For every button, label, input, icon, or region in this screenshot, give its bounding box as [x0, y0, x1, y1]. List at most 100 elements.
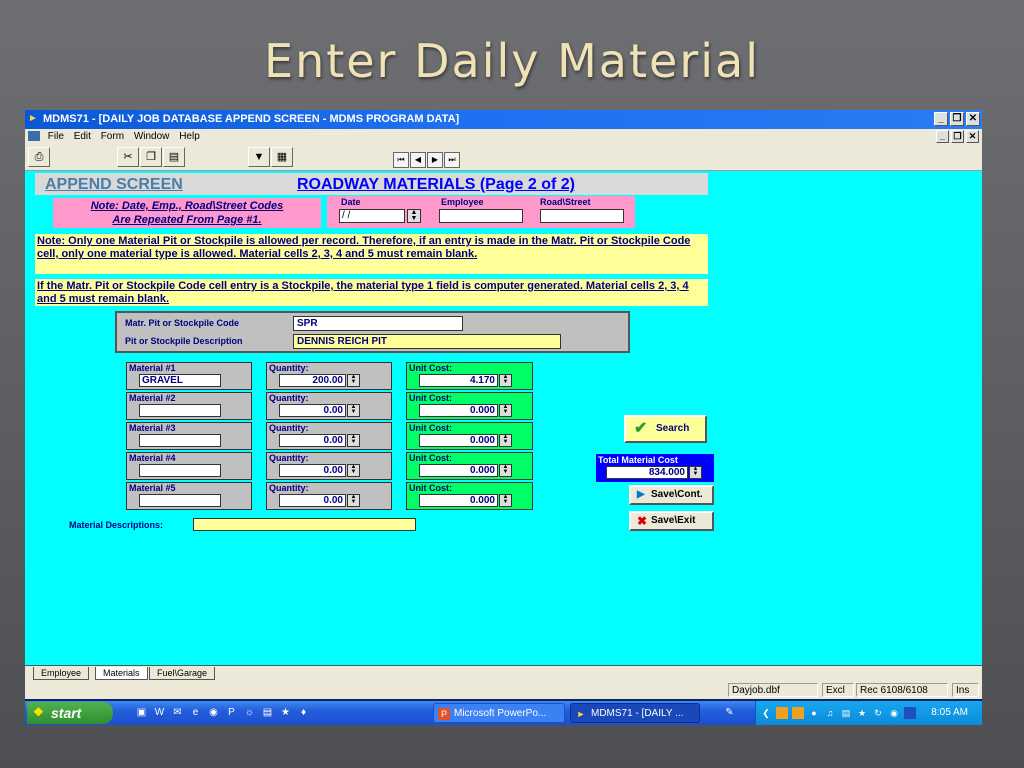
tray-security-icon[interactable]: ●	[808, 707, 820, 719]
paste-icon[interactable]: ▤	[163, 147, 185, 167]
next-record-icon[interactable]: ▶	[427, 152, 443, 168]
total-cost-spinner[interactable]: ▲ ▼	[689, 466, 702, 479]
material-1-cell: Material #1 GRAVEL	[126, 362, 252, 390]
material-3-field[interactable]	[139, 434, 221, 447]
tray-app-icon[interactable]	[776, 707, 788, 719]
total-cost-field[interactable]: 834.000	[606, 466, 688, 479]
pit-code-label: Matr. Pit or Stockpile Code	[125, 318, 240, 328]
minimize-button[interactable]: _	[934, 112, 948, 126]
pit-desc-field[interactable]: DENNIS REICH PIT	[293, 334, 561, 349]
pen-icon[interactable]: ✎	[723, 706, 736, 719]
start-button[interactable]: ❖ start	[27, 702, 113, 724]
word-icon[interactable]: W	[153, 706, 166, 719]
date-spinner[interactable]: ▲ ▼	[407, 209, 421, 223]
form-tabs: Employee Materials Fuel\Garage	[25, 665, 982, 681]
quantity-5-cell: Quantity: 0.00 ▲ ▼	[266, 482, 392, 510]
quantity-3-spinner[interactable]: ▲ ▼	[347, 434, 360, 447]
mail-icon[interactable]: ✉	[171, 706, 184, 719]
mdi-close-button[interactable]: ✕	[966, 130, 979, 143]
unit-cost-2-cell: Unit Cost: 0.000 ▲ ▼	[406, 392, 533, 420]
first-record-icon[interactable]: ⏮	[393, 152, 409, 168]
copy-icon[interactable]: ❐	[140, 147, 162, 167]
quantity-4-spinner[interactable]: ▲ ▼	[347, 464, 360, 477]
grid-icon[interactable]: ▦	[271, 147, 293, 167]
section-title: ROADWAY MATERIALS (Page 2 of 2)	[297, 176, 575, 193]
quantity-5-field[interactable]: 0.00	[279, 494, 346, 507]
menu-edit[interactable]: Edit	[74, 129, 91, 145]
tab-employee[interactable]: Employee	[33, 667, 90, 680]
quantity-2-field[interactable]: 0.00	[279, 404, 346, 417]
unit-cost-1-field[interactable]: 4.170	[419, 374, 498, 387]
mdi-restore-button[interactable]: ❐	[951, 130, 964, 143]
task-powerpoint[interactable]: P Microsoft PowerPo...	[433, 703, 565, 723]
menu-form[interactable]: Form	[101, 129, 124, 145]
tray-sync-icon[interactable]: ↻	[872, 707, 884, 719]
tab-materials[interactable]: Materials	[95, 667, 148, 680]
restore-button[interactable]: ❐	[950, 112, 964, 126]
status-mode: Excl	[822, 683, 854, 697]
unit-cost-3-spinner[interactable]: ▲ ▼	[499, 434, 512, 447]
tray-monitor-icon[interactable]	[904, 707, 916, 719]
employee-field[interactable]	[439, 209, 523, 223]
unit-cost-4-field[interactable]: 0.000	[419, 464, 498, 477]
save-exit-button[interactable]: ✖ Save\Exit	[629, 511, 714, 531]
quantity-1-field[interactable]: 200.00	[279, 374, 346, 387]
toolbar: ⎙ ✂ ❐ ▤ ▼ ▦ ⏮ ◀ ▶ ⏭	[25, 145, 982, 171]
tray-support-icon[interactable]: ★	[856, 707, 868, 719]
unit-cost-2-spinner[interactable]: ▲ ▼	[499, 404, 512, 417]
tab-fuel-garage[interactable]: Fuel\Garage	[149, 667, 216, 680]
menu-help[interactable]: Help	[179, 129, 200, 145]
tray-network-icon[interactable]: ▤	[840, 707, 852, 719]
status-bar: Dayjob.dbf Excl Rec 6108/6108 Ins	[25, 681, 982, 699]
material-4-field[interactable]	[139, 464, 221, 477]
last-record-icon[interactable]: ⏭	[444, 152, 460, 168]
quantity-5-spinner[interactable]: ▲ ▼	[347, 494, 360, 507]
tray-globe-icon[interactable]: ◉	[888, 707, 900, 719]
tray-volume-icon[interactable]: ♫	[824, 707, 836, 719]
shield-icon[interactable]: ♦	[297, 706, 310, 719]
unit-cost-5-field[interactable]: 0.000	[419, 494, 498, 507]
stockpile-note: If the Matr. Pit or Stockpile Code cell …	[35, 279, 708, 306]
save-continue-button[interactable]: ▶ Save\Cont.	[629, 485, 714, 505]
quantity-4-field[interactable]: 0.00	[279, 464, 346, 477]
system-tray: ❮ ● ♫ ▤ ★ ↻ ◉ 8:05 AM	[755, 701, 982, 725]
prev-record-icon[interactable]: ◀	[410, 152, 426, 168]
material-5-field[interactable]	[139, 494, 221, 507]
star-icon[interactable]: ★	[279, 706, 292, 719]
search-button[interactable]: ✔ Search	[624, 415, 707, 443]
date-field[interactable]: / /	[339, 209, 405, 223]
powerpoint-icon[interactable]: P	[225, 706, 238, 719]
window-titlebar[interactable]: ► MDMS71 - [DAILY JOB DATABASE APPEND SC…	[25, 110, 982, 129]
desktop-icon[interactable]: ▣	[135, 706, 148, 719]
network-icon[interactable]: ☼	[243, 706, 256, 719]
unit-cost-4-spinner[interactable]: ▲ ▼	[499, 464, 512, 477]
material-2-field[interactable]	[139, 404, 221, 417]
quantity-1-spinner[interactable]: ▲ ▼	[347, 374, 360, 387]
tray-app2-icon[interactable]	[792, 707, 804, 719]
road-street-field[interactable]	[540, 209, 624, 223]
unit-cost-1-spinner[interactable]: ▲ ▼	[499, 374, 512, 387]
filter-icon[interactable]: ▼	[248, 147, 270, 167]
unit-cost-3-field[interactable]: 0.000	[419, 434, 498, 447]
unit-cost-5-spinner[interactable]: ▲ ▼	[499, 494, 512, 507]
menu-window[interactable]: Window	[134, 129, 170, 145]
unit-cost-2-field[interactable]: 0.000	[419, 404, 498, 417]
document-icon[interactable]	[28, 131, 40, 142]
quantity-2-spinner[interactable]: ▲ ▼	[347, 404, 360, 417]
mdi-minimize-button[interactable]: _	[936, 130, 949, 143]
print-icon[interactable]: ⎙	[28, 147, 50, 167]
cut-icon[interactable]: ✂	[117, 147, 139, 167]
outlook-icon[interactable]: ◉	[207, 706, 220, 719]
task-mdms71[interactable]: ► MDMS71 - [DAILY ...	[570, 703, 700, 723]
folder-icon[interactable]: ▤	[261, 706, 274, 719]
ie-icon[interactable]: e	[189, 706, 202, 719]
one-pit-note: Note: Only one Material Pit or Stockpile…	[35, 234, 708, 274]
menu-file[interactable]: File	[48, 129, 64, 145]
close-button[interactable]: ✕	[966, 112, 980, 126]
pit-code-field[interactable]: SPR	[293, 316, 463, 331]
quantity-3-field[interactable]: 0.00	[279, 434, 346, 447]
tray-arrow-icon[interactable]: ❮	[760, 707, 772, 719]
material-1-field[interactable]: GRAVEL	[139, 374, 221, 387]
material-descriptions-field[interactable]	[193, 518, 416, 531]
date-label: Date	[341, 197, 361, 207]
